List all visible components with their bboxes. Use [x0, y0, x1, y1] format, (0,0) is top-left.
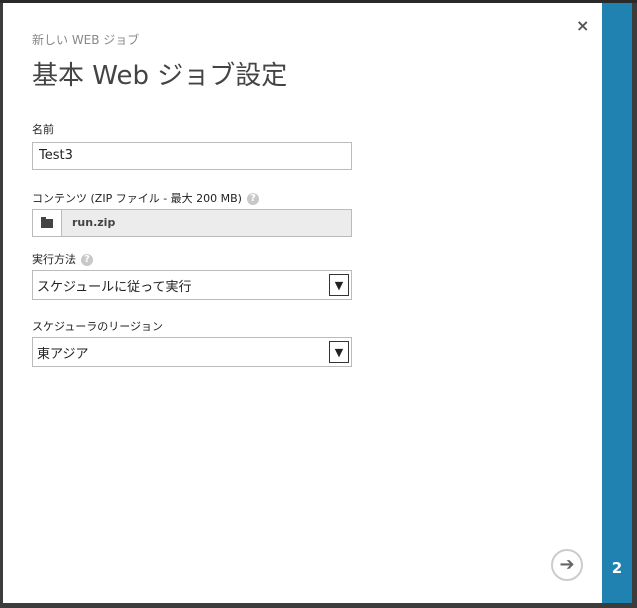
- browse-button[interactable]: [33, 210, 62, 236]
- name-label: 名前: [32, 123, 54, 136]
- folder-icon: [41, 216, 53, 228]
- run-method-value: スケジュールに従って実行: [37, 279, 192, 295]
- dialog-subtitle: 新しい WEB ジョブ: [32, 33, 140, 47]
- page-title: 基本 Web ジョブ設定: [32, 61, 288, 91]
- region-label: スケジューラのリージョン: [32, 320, 164, 333]
- step-number: 2: [611, 559, 623, 577]
- help-icon[interactable]: ?: [246, 193, 259, 205]
- content-label: コンテンツ (ZIP ファイル - 最大 200 MB): [32, 192, 242, 205]
- file-name: run.zip: [72, 216, 116, 229]
- method-label: 実行方法: [32, 253, 76, 266]
- new-webjob-dialog: × 新しい WEB ジョブ 基本 Web ジョブ設定 名前 Test3 コンテン…: [3, 3, 602, 603]
- close-icon[interactable]: ×: [576, 16, 589, 35]
- name-input[interactable]: Test3: [32, 142, 352, 170]
- region-select[interactable]: 東アジア ▼: [32, 337, 352, 367]
- method-label-row: 実行方法?: [32, 251, 93, 267]
- region-value: 東アジア: [37, 346, 89, 362]
- chevron-down-icon[interactable]: ▼: [329, 274, 349, 296]
- help-icon[interactable]: ?: [81, 254, 93, 266]
- content-label-row: コンテンツ (ZIP ファイル - 最大 200 MB)?: [32, 190, 259, 206]
- step-indicator-bar: 2: [602, 3, 632, 603]
- next-arrow-icon[interactable]: ➔: [551, 549, 583, 581]
- file-upload-field[interactable]: run.zip: [32, 209, 352, 237]
- chevron-down-icon[interactable]: ▼: [329, 341, 349, 363]
- run-method-select[interactable]: スケジュールに従って実行 ▼: [32, 270, 352, 300]
